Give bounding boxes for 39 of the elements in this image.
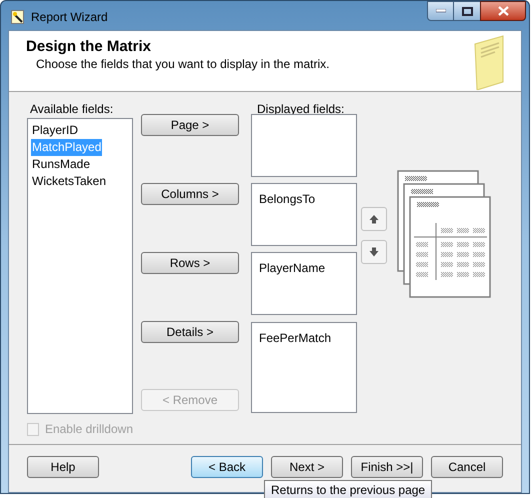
- wizard-button[interactable]: < Back: [191, 456, 263, 478]
- displayed-fields-list[interactable]: BelongsTo: [251, 183, 357, 246]
- down-arrow-icon: [369, 247, 379, 257]
- tooltip: Returns to the previous page: [264, 480, 432, 498]
- maximize-button[interactable]: [454, 1, 480, 21]
- notepad-icon: [473, 34, 505, 90]
- move-button[interactable]: Rows >: [141, 252, 239, 274]
- field-item[interactable]: PlayerID: [31, 122, 80, 139]
- move-button[interactable]: Columns >: [141, 183, 239, 205]
- displayed-fields-list[interactable]: FeePerMatch: [251, 322, 357, 413]
- page-title: Design the Matrix: [26, 38, 152, 56]
- move-up-button[interactable]: [361, 207, 387, 231]
- minimize-icon: [436, 9, 446, 13]
- field-item[interactable]: RunsMade: [31, 156, 92, 173]
- field-item[interactable]: PlayerName: [259, 261, 326, 276]
- close-icon: [498, 6, 508, 16]
- move-button[interactable]: Details >: [141, 321, 239, 343]
- displayed-fields-list[interactable]: [251, 114, 357, 177]
- available-fields-label: Available fields:: [30, 102, 114, 116]
- wizard-button[interactable]: Finish >>|: [351, 456, 423, 478]
- up-arrow-icon: [369, 214, 379, 224]
- page-subtitle: Choose the fields that you want to display in the matrix.: [36, 56, 330, 72]
- close-button[interactable]: [480, 1, 526, 21]
- drilldown-label: Enable drilldown: [44, 421, 133, 438]
- move-button[interactable]: Page >: [141, 114, 239, 136]
- field-item[interactable]: WicketsTaken: [31, 173, 108, 190]
- window-title: Report Wizard: [31, 9, 108, 26]
- displayed-fields-list[interactable]: PlayerName: [251, 252, 357, 315]
- maximize-icon: [462, 6, 472, 16]
- wizard-button[interactable]: Cancel: [431, 456, 503, 478]
- field-item[interactable]: BelongsTo: [259, 192, 316, 207]
- available-fields-list[interactable]: PlayerID MatchPlayed RunsMade WicketsTaken: [27, 118, 133, 414]
- move-down-button[interactable]: [361, 240, 387, 264]
- wizard-button[interactable]: Next >: [271, 456, 343, 478]
- field-item[interactable]: FeePerMatch: [259, 331, 332, 346]
- minimize-button[interactable]: [427, 1, 454, 21]
- displayed-fields-label: Displayed fields:: [257, 102, 346, 116]
- wizard-button[interactable]: Help: [27, 456, 99, 478]
- wizard-icon: [11, 10, 25, 24]
